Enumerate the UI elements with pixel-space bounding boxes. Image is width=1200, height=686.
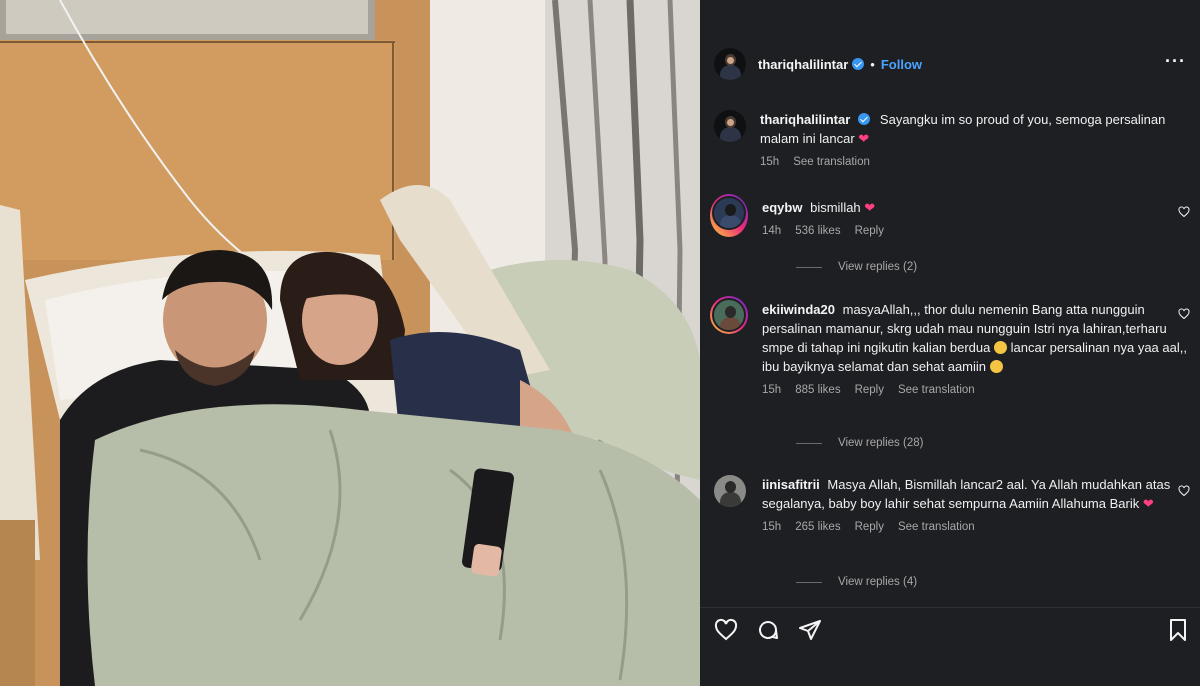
post-caption: thariqhalilintar Sayangku im so proud of… — [714, 110, 1184, 168]
comments-panel: thariqhalilintar • Follow ··· thariqhali… — [700, 0, 1200, 686]
follow-button[interactable]: Follow — [881, 57, 922, 72]
replies-divider — [796, 442, 822, 444]
post-action-bar — [714, 616, 1186, 644]
comment-icon[interactable] — [756, 618, 780, 642]
comment-item: iinisafitrii Masya Allah, Bismillah lanc… — [710, 475, 1190, 533]
share-icon[interactable] — [798, 618, 822, 642]
author-avatar[interactable] — [714, 48, 746, 80]
heart-emoji: ❤ — [858, 131, 870, 146]
comment-likes[interactable]: 536 likes — [795, 225, 840, 237]
reply-button[interactable]: Reply — [855, 521, 884, 533]
view-replies-button[interactable]: View replies (2) — [796, 261, 917, 273]
comment-time: 15h — [762, 521, 782, 533]
caption-time: 15h — [760, 156, 780, 168]
reply-button[interactable]: Reply — [855, 225, 884, 237]
comment-username[interactable]: iinisafitrii — [762, 477, 820, 492]
view-replies-button[interactable]: View replies (4) — [796, 576, 917, 588]
reply-button[interactable]: Reply — [855, 384, 884, 396]
see-translation-button[interactable]: See translation — [793, 156, 870, 168]
comment-item: eqybw bismillah ❤ 14h 536 likes Reply — [710, 194, 1190, 237]
commenter-avatar-ring[interactable] — [710, 296, 748, 334]
heart-emoji: ❤ — [864, 200, 876, 215]
instagram-post-view: thariqhalilintar • Follow ··· thariqhali… — [0, 0, 1200, 686]
heart-icon[interactable] — [714, 618, 738, 642]
view-replies-label[interactable]: View replies (4) — [838, 576, 917, 588]
hospital-bed-photo — [0, 0, 700, 686]
heart-emoji: ❤ — [1142, 496, 1154, 511]
verified-badge-icon — [858, 113, 871, 125]
like-comment-heart-icon[interactable] — [1178, 206, 1190, 218]
comment-likes[interactable]: 885 likes — [795, 384, 840, 396]
replies-divider — [796, 581, 822, 583]
comment-time: 14h — [762, 225, 782, 237]
folded-hands-emoji — [989, 360, 1003, 373]
replies-divider — [796, 266, 822, 268]
view-replies-label[interactable]: View replies (2) — [838, 261, 917, 273]
view-replies-button[interactable]: View replies (28) — [796, 437, 923, 449]
comment-username[interactable]: ekiiwinda20 — [762, 302, 835, 317]
post-photo[interactable] — [0, 0, 700, 686]
header-separator: • — [870, 56, 875, 72]
caption-username[interactable]: thariqhalilintar — [760, 112, 850, 127]
see-translation-button[interactable]: See translation — [898, 384, 975, 396]
comment-item: ekiiwinda20 masyaAllah,,, thor dulu neme… — [710, 296, 1190, 396]
actions-divider — [700, 607, 1200, 608]
comment-likes[interactable]: 265 likes — [795, 521, 840, 533]
more-options-icon[interactable]: ··· — [1165, 52, 1186, 70]
like-comment-heart-icon[interactable] — [1178, 308, 1190, 320]
commenter-avatar-ring[interactable] — [710, 194, 748, 237]
commenter-avatar[interactable] — [714, 475, 746, 507]
post-header: thariqhalilintar • Follow — [700, 44, 1200, 84]
comment-text: bismillah — [810, 200, 861, 215]
comment-time: 15h — [762, 384, 782, 396]
comment-text: Masya Allah, Bismillah lancar2 aal. Ya A… — [762, 477, 1171, 511]
bookmark-icon[interactable] — [1168, 618, 1188, 642]
verified-badge-icon — [852, 58, 865, 70]
view-replies-label[interactable]: View replies (28) — [838, 437, 923, 449]
author-username[interactable]: thariqhalilintar — [758, 57, 848, 72]
caption-avatar[interactable] — [714, 110, 746, 142]
comment-username[interactable]: eqybw — [762, 200, 802, 215]
crying-face-emoji — [994, 341, 1007, 354]
like-comment-heart-icon[interactable] — [1178, 485, 1190, 497]
see-translation-button[interactable]: See translation — [898, 521, 975, 533]
